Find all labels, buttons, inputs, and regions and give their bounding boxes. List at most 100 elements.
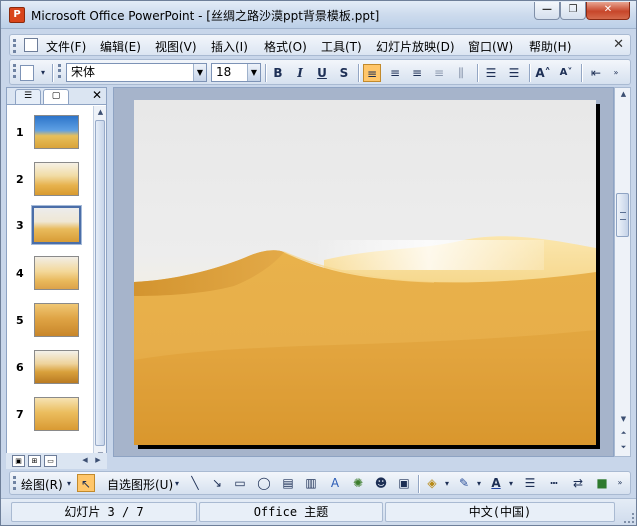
tab-outline[interactable]: ☰	[15, 89, 41, 104]
minimize-button[interactable]: —	[534, 2, 560, 20]
chevron-down-icon[interactable]: ▾	[173, 475, 181, 493]
powerpoint-window: P Microsoft Office PowerPoint - [丝绸之路沙漠p…	[0, 0, 637, 526]
toolbar-options-icon[interactable]: ▾	[38, 64, 48, 82]
autoshapes-button[interactable]: 自选图形(U)	[107, 476, 173, 493]
rectangle-tool-icon[interactable]: ▭	[231, 474, 249, 492]
font-name-combo[interactable]: 宋体 ▼	[66, 63, 207, 82]
restore-button[interactable]: ❐	[560, 2, 586, 20]
next-slide-icon[interactable]: ⏷	[618, 442, 629, 453]
previous-slide-icon[interactable]: ⏶	[618, 428, 629, 439]
shadow-style-icon[interactable]: ■	[593, 474, 611, 492]
align-center-icon[interactable]: ≡	[386, 64, 404, 82]
new-document-icon[interactable]	[20, 65, 34, 81]
menu-help[interactable]: 帮助(H)	[529, 38, 571, 55]
menu-insert[interactable]: 插入(I)	[211, 38, 248, 55]
chevron-down-icon[interactable]: ▾	[507, 475, 515, 493]
column-icon[interactable]: ⫼	[452, 64, 470, 82]
slide-thumbnail-1[interactable]: 1	[7, 115, 93, 161]
slide-editing-area[interactable]	[113, 87, 614, 457]
toolbar-grip[interactable]	[13, 39, 16, 53]
dash-style-icon[interactable]: ┅	[545, 474, 563, 492]
toolbar-options-icon[interactable]: »	[610, 64, 622, 82]
slide-sorter-view-icon[interactable]: ⊞	[28, 455, 41, 467]
slides-pane-scrollbar[interactable]: ▲ ▼	[93, 106, 106, 464]
formatting-toolbar: ▾ 宋体 ▼ 18 ▼ B I U S ≡ ≡ ≡ ≡ ⫼ ☰ ☰ A˄ A˅ …	[9, 59, 631, 85]
picture-icon[interactable]: ▣	[395, 474, 413, 492]
editor-vertical-scrollbar[interactable]: ▲ ▼ ⏶ ⏷	[614, 87, 631, 457]
wordart-icon[interactable]: A	[326, 474, 344, 492]
line-style-icon[interactable]: ☰	[521, 474, 539, 492]
menu-format[interactable]: 格式(O)	[264, 38, 307, 55]
slide-thumbnail-6[interactable]: 6	[7, 350, 93, 396]
toolbar-grip[interactable]	[58, 64, 61, 78]
document-icon[interactable]	[24, 38, 38, 52]
line-tool-icon[interactable]: ╲	[186, 474, 204, 492]
bold-button[interactable]: B	[269, 64, 287, 82]
scroll-down-icon[interactable]: ▼	[618, 414, 629, 425]
align-left-icon[interactable]: ≡	[363, 64, 381, 82]
slide-thumbnail-3[interactable]: 3	[7, 205, 93, 254]
scroll-thumb[interactable]	[616, 193, 629, 237]
close-pane-icon[interactable]: ✕	[92, 88, 102, 102]
italic-button[interactable]: I	[291, 64, 309, 82]
slideshow-view-icon[interactable]: ▭	[44, 455, 57, 467]
menu-edit[interactable]: 编辑(E)	[100, 38, 141, 55]
chevron-down-icon[interactable]: ▾	[475, 475, 483, 493]
clipart-icon[interactable]: ☻	[372, 474, 390, 492]
scroll-up-icon[interactable]: ▲	[618, 89, 629, 100]
menu-file[interactable]: 文件(F)	[46, 38, 86, 55]
bullets-icon[interactable]: ☰	[505, 64, 523, 82]
scroll-left-icon[interactable]: ◀	[80, 455, 90, 466]
powerpoint-icon[interactable]: P	[9, 7, 25, 23]
select-pointer-icon[interactable]: ↖	[77, 474, 95, 492]
decrease-indent-icon[interactable]: ⇤	[587, 64, 605, 82]
chevron-down-icon[interactable]: ▼	[193, 64, 206, 81]
font-color-icon[interactable]: A	[487, 474, 505, 492]
textbox-tool-icon[interactable]: ▤	[279, 474, 297, 492]
toolbar-grip[interactable]	[13, 64, 16, 78]
scroll-thumb[interactable]	[95, 120, 105, 446]
numbering-icon[interactable]: ☰	[482, 64, 500, 82]
close-button[interactable]: ✕	[586, 2, 630, 20]
slide-thumbnail-5[interactable]: 5	[7, 303, 93, 349]
slide-thumbnail-4[interactable]: 4	[7, 256, 93, 302]
line-color-icon[interactable]: ✎	[455, 474, 473, 492]
increase-font-icon[interactable]: A˄	[534, 64, 552, 82]
menu-window[interactable]: 窗口(W)	[468, 38, 513, 55]
menu-slideshow[interactable]: 幻灯片放映(D)	[376, 38, 455, 55]
slide-thumbnail-image	[34, 256, 79, 290]
toolbar-options-icon[interactable]: »	[614, 474, 626, 492]
align-right-icon[interactable]: ≡	[408, 64, 426, 82]
draw-menu-button[interactable]: 绘图(R)	[21, 476, 63, 493]
diagram-icon[interactable]: ✺	[349, 474, 367, 492]
distributed-icon[interactable]: ≡	[430, 64, 448, 82]
current-slide[interactable]	[134, 100, 596, 445]
arrow-style-icon[interactable]: ⇄	[569, 474, 587, 492]
vertical-textbox-icon[interactable]: ▥	[302, 474, 320, 492]
slide-thumbnail-image	[34, 162, 79, 196]
resize-grip-icon[interactable]	[624, 513, 634, 523]
title-bar[interactable]: P Microsoft Office PowerPoint - [丝绸之路沙漠p…	[1, 1, 636, 29]
fill-color-icon[interactable]: ◈	[423, 474, 441, 492]
slide-thumbnail-2[interactable]: 2	[7, 162, 93, 208]
font-size-combo[interactable]: 18 ▼	[211, 63, 261, 82]
font-name-value: 宋体	[71, 65, 96, 79]
oval-tool-icon[interactable]: ◯	[255, 474, 273, 492]
shadow-button[interactable]: S	[335, 64, 353, 82]
chevron-down-icon[interactable]: ▾	[65, 475, 73, 493]
underline-button[interactable]: U	[313, 64, 331, 82]
arrow-tool-icon[interactable]: ↘	[208, 474, 226, 492]
slide-thumbnail-7[interactable]: 7	[7, 397, 93, 443]
tab-slides[interactable]: ▢	[43, 89, 69, 104]
scroll-up-icon[interactable]: ▲	[95, 107, 106, 118]
menu-tools[interactable]: 工具(T)	[321, 38, 362, 55]
close-document-icon[interactable]: ✕	[613, 37, 624, 52]
decrease-font-icon[interactable]: A˅	[557, 64, 575, 82]
menu-view[interactable]: 视图(V)	[155, 38, 197, 55]
toolbar-grip[interactable]	[13, 476, 16, 490]
separator	[265, 64, 266, 82]
normal-view-icon[interactable]: ▣	[12, 455, 25, 467]
chevron-down-icon[interactable]: ▾	[443, 475, 451, 493]
chevron-down-icon[interactable]: ▼	[247, 64, 260, 81]
scroll-right-icon[interactable]: ▶	[93, 455, 103, 466]
